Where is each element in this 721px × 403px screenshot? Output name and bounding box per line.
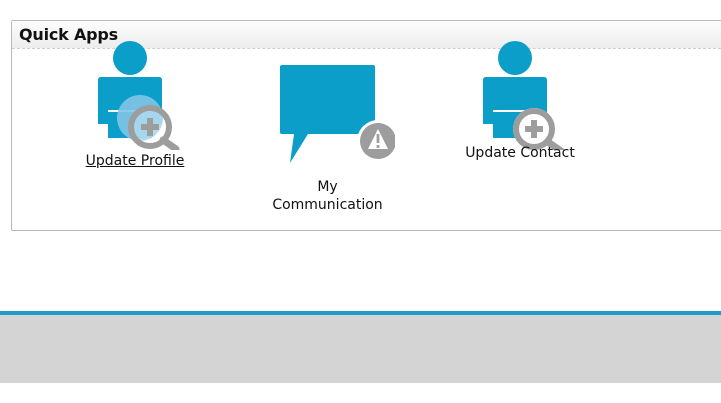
update-profile-icon [98,41,180,150]
speech-bubble-alert-icon [280,65,395,163]
my-communication-label-line1[interactable]: My [260,178,395,196]
page: Quick Apps Update Profile My Communicati… [0,0,721,403]
my-communication-app[interactable] [260,45,395,165]
update-contact-label[interactable]: Update Contact [455,144,585,162]
update-profile-app[interactable]: Update Profile [70,40,200,170]
my-communication-label-wrap[interactable]: My Communication [260,176,395,214]
update-contact-icon [483,41,565,150]
my-communication-label-line2[interactable]: Communication [260,196,395,214]
update-profile-label[interactable]: Update Profile [70,152,200,170]
update-contact-app[interactable]: Update Contact [455,40,585,162]
footer-bar [0,315,721,383]
